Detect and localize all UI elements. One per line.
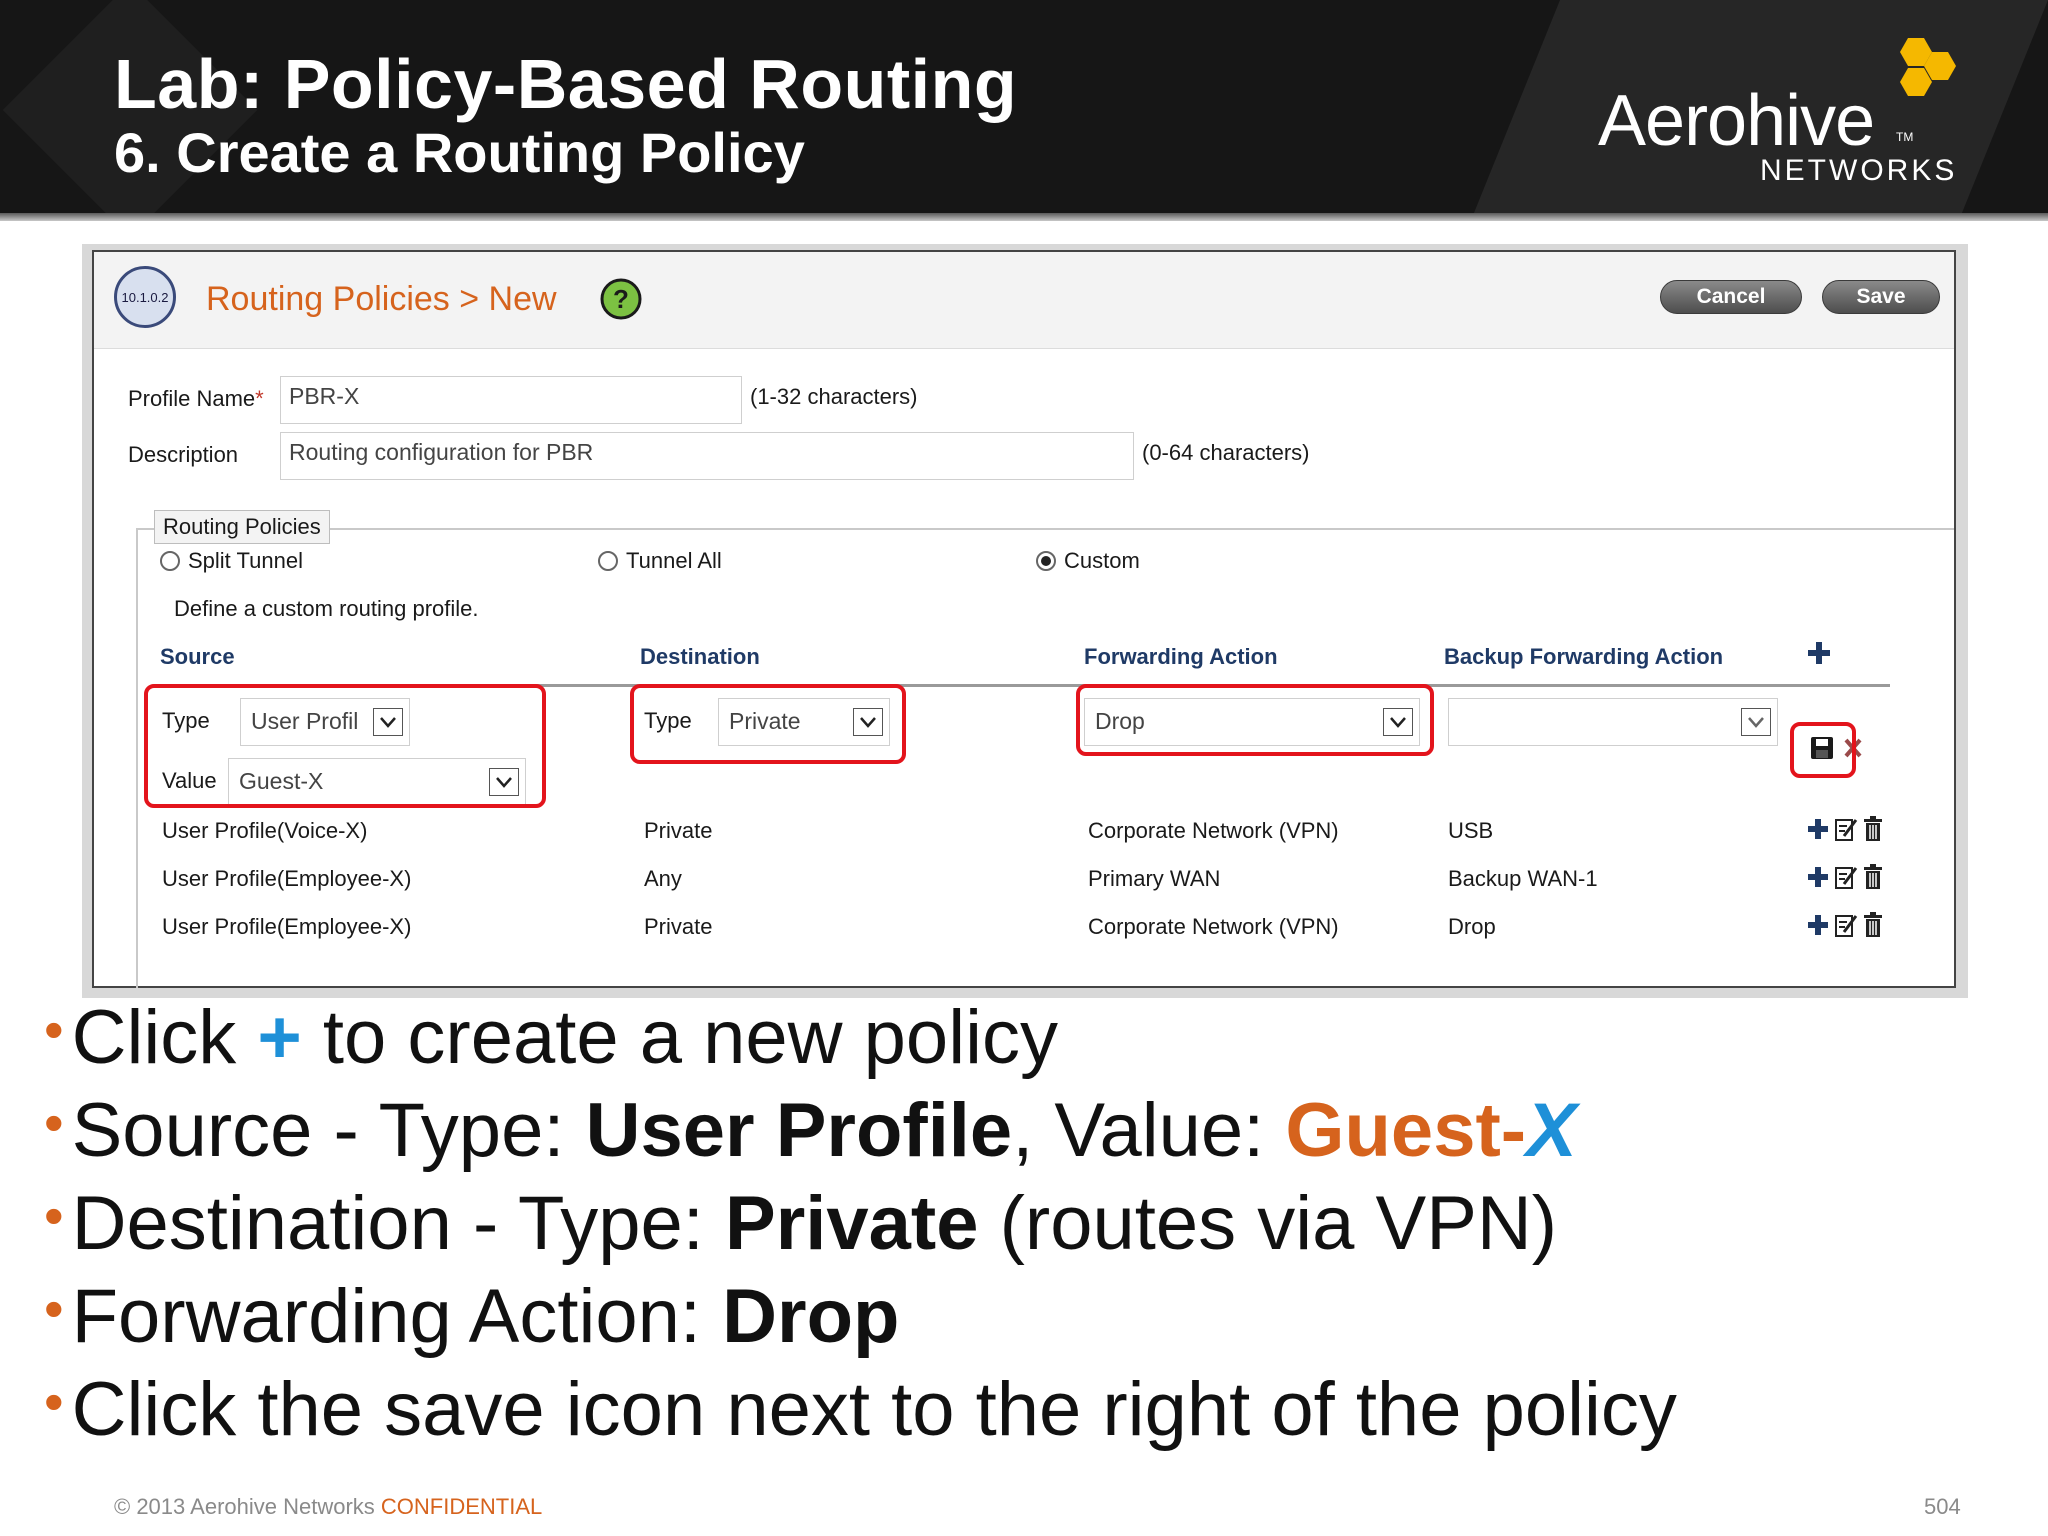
logo-hexagons-icon — [1900, 38, 1956, 96]
row-3-backup: Drop — [1448, 914, 1496, 939]
description-hint: (0-64 characters) — [1142, 440, 1310, 465]
row-1-destination: Private — [644, 818, 713, 843]
bullet-3: • Destination - Type: Private (routes via… — [44, 1181, 1558, 1266]
routing-policy-screenshot: 10.1.0.2 Routing Policies > New ? Cancel… — [92, 250, 1956, 988]
footer-copyright: © 2013 Aerohive Networks CONFIDENTIAL — [114, 1494, 543, 1519]
row-3-actions — [1806, 912, 1884, 938]
bullet-2: • Source - Type: User Profile, Value: Gue… — [44, 1088, 1577, 1173]
row-2-source: User Profile(Employee-X) — [162, 866, 412, 891]
radio-custom[interactable]: Custom — [1036, 548, 1140, 574]
logo-trademark: TM — [1896, 130, 1914, 144]
radio-split-tunnel[interactable]: Split Tunnel — [160, 548, 303, 574]
profile-name-field[interactable]: PBR-X — [280, 376, 742, 424]
row-1-actions — [1806, 816, 1884, 842]
row-3-source: User Profile(Employee-X) — [162, 914, 412, 939]
edit-icon[interactable] — [1834, 912, 1858, 938]
row-3-forwarding: Corporate Network (VPN) — [1088, 914, 1339, 939]
source-highlight — [144, 684, 546, 808]
trash-icon[interactable] — [1862, 864, 1884, 890]
description-field[interactable]: Routing configuration for PBR — [280, 432, 1134, 480]
row-2-backup: Backup WAN-1 — [1448, 866, 1598, 891]
footer-confidential: CONFIDENTIAL — [380, 1494, 543, 1519]
edit-icon[interactable] — [1834, 864, 1858, 890]
bullet-5: • Click the save icon next to the right o… — [44, 1367, 1677, 1452]
svg-text:?: ? — [613, 284, 629, 314]
header-rule — [0, 213, 2048, 221]
profile-name-label: Profile Name* — [128, 386, 264, 411]
radio-custom-circle[interactable] — [1036, 551, 1056, 571]
bullet-4: • Forwarding Action: Drop — [44, 1274, 900, 1359]
breadcrumb[interactable]: Routing Policies > New — [206, 280, 557, 319]
logo-wordmark: Aerohive — [1598, 81, 1875, 161]
add-row-icon[interactable] — [1806, 865, 1830, 889]
row-3-destination: Private — [644, 914, 713, 939]
bullet-1: • Click + to create a new policy — [44, 995, 1058, 1080]
slide-subtitle: 6. Create a Routing Policy — [114, 121, 805, 184]
row-2-forwarding: Primary WAN — [1088, 866, 1221, 891]
cancel-button[interactable]: Cancel — [1660, 280, 1802, 314]
destination-highlight — [630, 684, 906, 764]
profile-name-hint: (1-32 characters) — [750, 384, 918, 409]
backup-action-select[interactable] — [1448, 698, 1778, 746]
column-header-forwarding: Forwarding Action — [1084, 644, 1278, 669]
help-icon[interactable]: ? — [600, 278, 642, 320]
group-border-top — [136, 528, 1954, 530]
page-number: 504 — [1924, 1494, 1961, 1519]
add-policy-icon[interactable] — [1806, 640, 1832, 666]
forwarding-highlight — [1076, 684, 1434, 756]
chevron-down-icon[interactable] — [1741, 708, 1771, 736]
add-row-icon[interactable] — [1806, 913, 1830, 937]
row-1-source: User Profile(Voice-X) — [162, 818, 368, 843]
logo-subtitle: NETWORKS — [1760, 154, 1958, 187]
add-row-icon[interactable] — [1806, 817, 1830, 841]
trash-icon[interactable] — [1862, 912, 1884, 938]
define-custom-text: Define a custom routing profile. — [174, 596, 479, 621]
edit-icon[interactable] — [1834, 816, 1858, 842]
column-header-destination: Destination — [640, 644, 760, 669]
slide-title: Lab: Policy-Based Routing — [114, 45, 1018, 123]
routing-policies-legend: Routing Policies — [154, 510, 330, 544]
description-label: Description — [128, 442, 239, 467]
row-2-actions — [1806, 864, 1884, 890]
page-topbar: 10.1.0.2 Routing Policies > New ? Cancel… — [94, 252, 1954, 349]
ip-badge: 10.1.0.2 — [114, 266, 176, 328]
column-header-backup: Backup Forwarding Action — [1444, 644, 1724, 669]
radio-tunnel-all[interactable]: Tunnel All — [598, 548, 722, 574]
row-1-backup: USB — [1448, 818, 1494, 843]
radio-split-tunnel-circle[interactable] — [160, 551, 180, 571]
row-2-destination: Any — [644, 866, 682, 891]
group-border-left — [136, 528, 138, 988]
row-1-forwarding: Corporate Network (VPN) — [1088, 818, 1339, 843]
save-button[interactable]: Save — [1822, 280, 1940, 314]
save-row-highlight — [1790, 722, 1856, 778]
radio-tunnel-all-circle[interactable] — [598, 551, 618, 571]
column-header-source: Source — [160, 644, 235, 669]
trash-icon[interactable] — [1862, 816, 1884, 842]
